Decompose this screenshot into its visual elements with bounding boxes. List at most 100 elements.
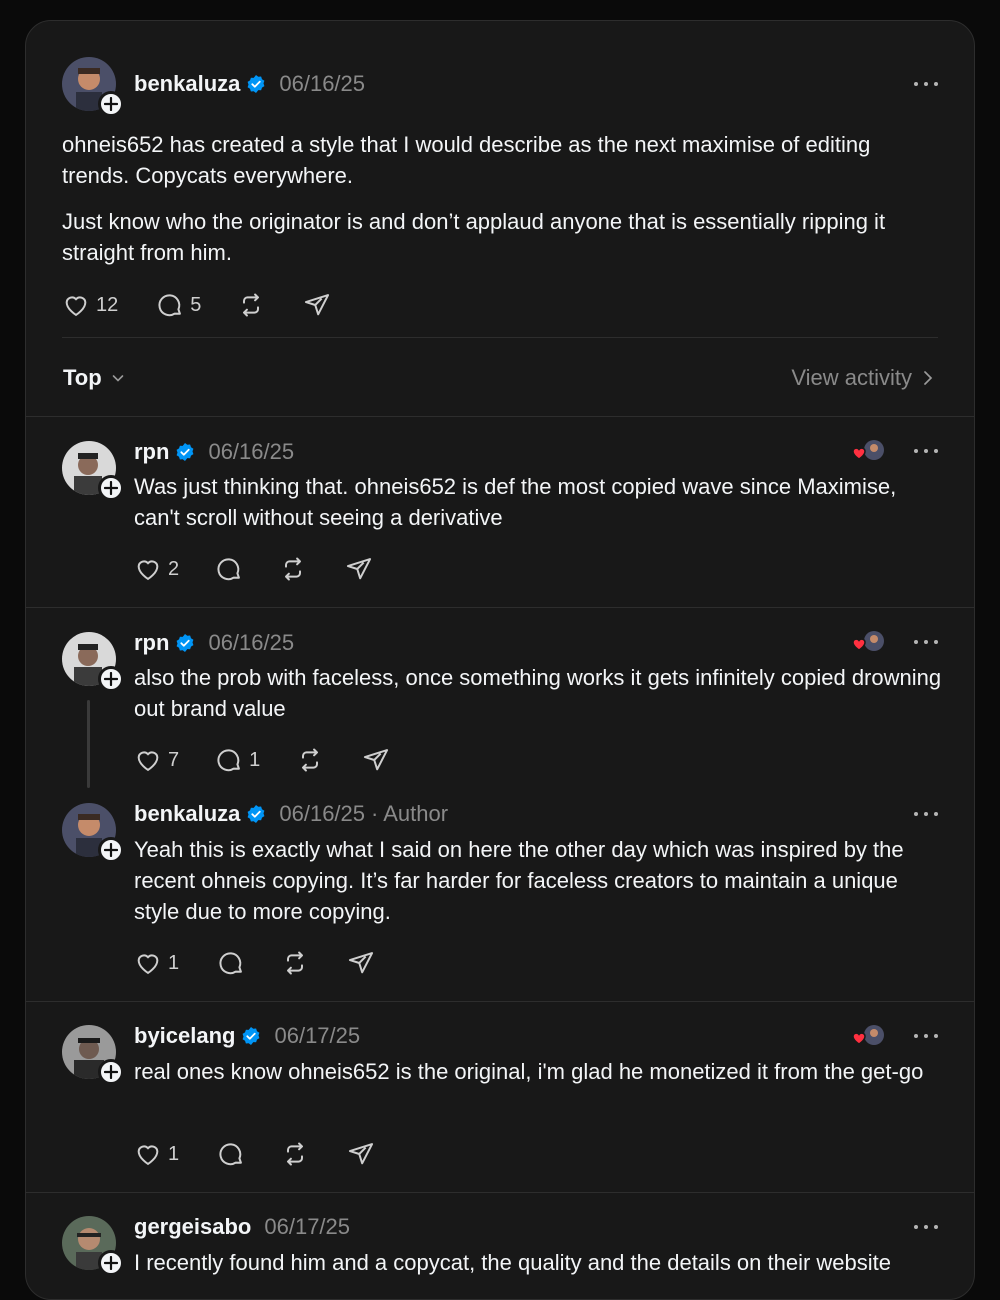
more-options-icon[interactable]: [914, 1032, 938, 1040]
share-button[interactable]: [347, 1140, 375, 1168]
username[interactable]: rpn: [134, 630, 169, 656]
comment-icon: [217, 749, 241, 772]
post-text-1: ohneis652 has created a style that I wou…: [62, 132, 871, 188]
chevron-down-icon: [112, 375, 123, 382]
send-icon: [347, 558, 372, 580]
like-button[interactable]: 2: [134, 555, 179, 583]
username[interactable]: rpn: [134, 439, 169, 465]
like-button[interactable]: 1: [134, 949, 179, 977]
reply-actions: 1: [134, 949, 375, 977]
chevron-right-icon: [924, 371, 933, 385]
avatar[interactable]: [62, 1025, 124, 1085]
like-count: 7: [168, 748, 180, 771]
send-icon: [349, 952, 374, 974]
avatar[interactable]: [62, 803, 124, 863]
send-icon: [349, 1143, 374, 1165]
reply-actions: 1: [134, 1140, 375, 1168]
reply-button[interactable]: [217, 1140, 245, 1168]
heart-icon: [65, 296, 87, 317]
post-actions: 12 5: [62, 291, 331, 319]
reply-date: 06/17/25: [264, 1214, 351, 1239]
reply-button[interactable]: 5: [156, 291, 201, 319]
reply-button[interactable]: 1: [215, 746, 260, 774]
reply-header: benkaluza 06/16/25 · Author: [134, 801, 448, 827]
share-button[interactable]: [303, 291, 331, 319]
like-count: 1: [168, 951, 180, 974]
divider: [26, 1001, 974, 1002]
liked-by-author-icon: [852, 631, 884, 651]
reply-text: real ones know ohneis652 is the original…: [134, 1059, 924, 1084]
like-count: 1: [168, 1142, 180, 1165]
heart-icon: [137, 751, 159, 772]
reply-text: Was just thinking that. ohneis652 is def…: [134, 474, 897, 530]
more-options-icon[interactable]: [914, 447, 938, 455]
reply-button[interactable]: [217, 949, 245, 977]
reply-actions: 7 1: [134, 746, 390, 774]
repost-icon: [287, 1142, 304, 1166]
more-options-icon[interactable]: [914, 80, 938, 88]
post-header: benkaluza 06/16/25: [134, 71, 365, 97]
divider: [26, 1192, 974, 1193]
username[interactable]: gergeisabo: [134, 1214, 251, 1240]
username[interactable]: benkaluza: [134, 71, 240, 97]
divider: [26, 416, 974, 417]
verified-badge-icon: [247, 805, 265, 823]
reply-text: I recently found him and a copycat, the …: [134, 1250, 892, 1275]
reply-text: Yeah this is exactly what I said on here…: [134, 837, 904, 924]
view-activity-link[interactable]: View activity: [791, 365, 936, 391]
verified-badge-icon: [177, 443, 194, 461]
avatar[interactable]: [62, 632, 124, 692]
follow-plus-icon[interactable]: [98, 837, 124, 863]
share-button[interactable]: [362, 746, 390, 774]
post-text-2: Just know who the originator is and don’…: [62, 209, 886, 265]
like-button[interactable]: 12: [62, 291, 118, 319]
reply-button[interactable]: [215, 555, 243, 583]
divider: [26, 607, 974, 608]
follow-plus-icon[interactable]: [98, 91, 124, 117]
post-date: 06/16/25: [279, 71, 366, 96]
send-icon: [305, 294, 330, 316]
like-count: 12: [96, 293, 119, 316]
follow-plus-icon[interactable]: [98, 1059, 124, 1085]
liked-by-author-icon: [852, 1025, 884, 1045]
repost-icon: [243, 293, 260, 317]
share-button[interactable]: [347, 949, 375, 977]
reply-count: 1: [249, 748, 261, 771]
share-button[interactable]: [345, 555, 373, 583]
comment-icon: [158, 294, 182, 317]
more-options-icon[interactable]: [914, 810, 938, 818]
repost-button[interactable]: [281, 949, 309, 977]
avatar[interactable]: [62, 441, 124, 501]
repost-icon: [302, 748, 319, 772]
reply-actions: 2: [134, 555, 373, 583]
like-count: 2: [168, 557, 180, 580]
repost-button[interactable]: [279, 555, 307, 583]
reply-header: rpn 06/16/25: [134, 439, 294, 465]
more-options-icon[interactable]: [914, 1223, 938, 1231]
reply-header: gergeisabo 06/17/25: [134, 1214, 350, 1240]
view-activity-label: View activity: [791, 365, 912, 390]
follow-plus-icon[interactable]: [98, 666, 124, 692]
thread-card: benkaluza 06/16/25 ohneis652 has created…: [25, 20, 975, 1300]
sort-label: Top: [63, 365, 102, 390]
sort-dropdown[interactable]: Top: [63, 365, 126, 391]
more-options-icon[interactable]: [914, 638, 938, 646]
avatar[interactable]: [62, 1216, 124, 1276]
avatar[interactable]: [62, 57, 124, 117]
reply-header: rpn 06/16/25: [134, 630, 294, 656]
comment-icon: [219, 1143, 243, 1166]
send-icon: [364, 749, 389, 771]
reply-count: 5: [190, 293, 202, 316]
like-button[interactable]: 1: [134, 1140, 179, 1168]
repost-button[interactable]: [281, 1140, 309, 1168]
repost-button[interactable]: [296, 746, 324, 774]
username[interactable]: benkaluza: [134, 801, 240, 827]
heart-icon: [137, 560, 159, 581]
username[interactable]: byicelang: [134, 1023, 235, 1049]
reply-date: 06/16/25: [279, 801, 366, 826]
divider: [62, 337, 938, 338]
like-button[interactable]: 7: [134, 746, 179, 774]
repost-button[interactable]: [237, 291, 265, 319]
follow-plus-icon[interactable]: [98, 475, 124, 501]
follow-plus-icon[interactable]: [98, 1250, 124, 1276]
